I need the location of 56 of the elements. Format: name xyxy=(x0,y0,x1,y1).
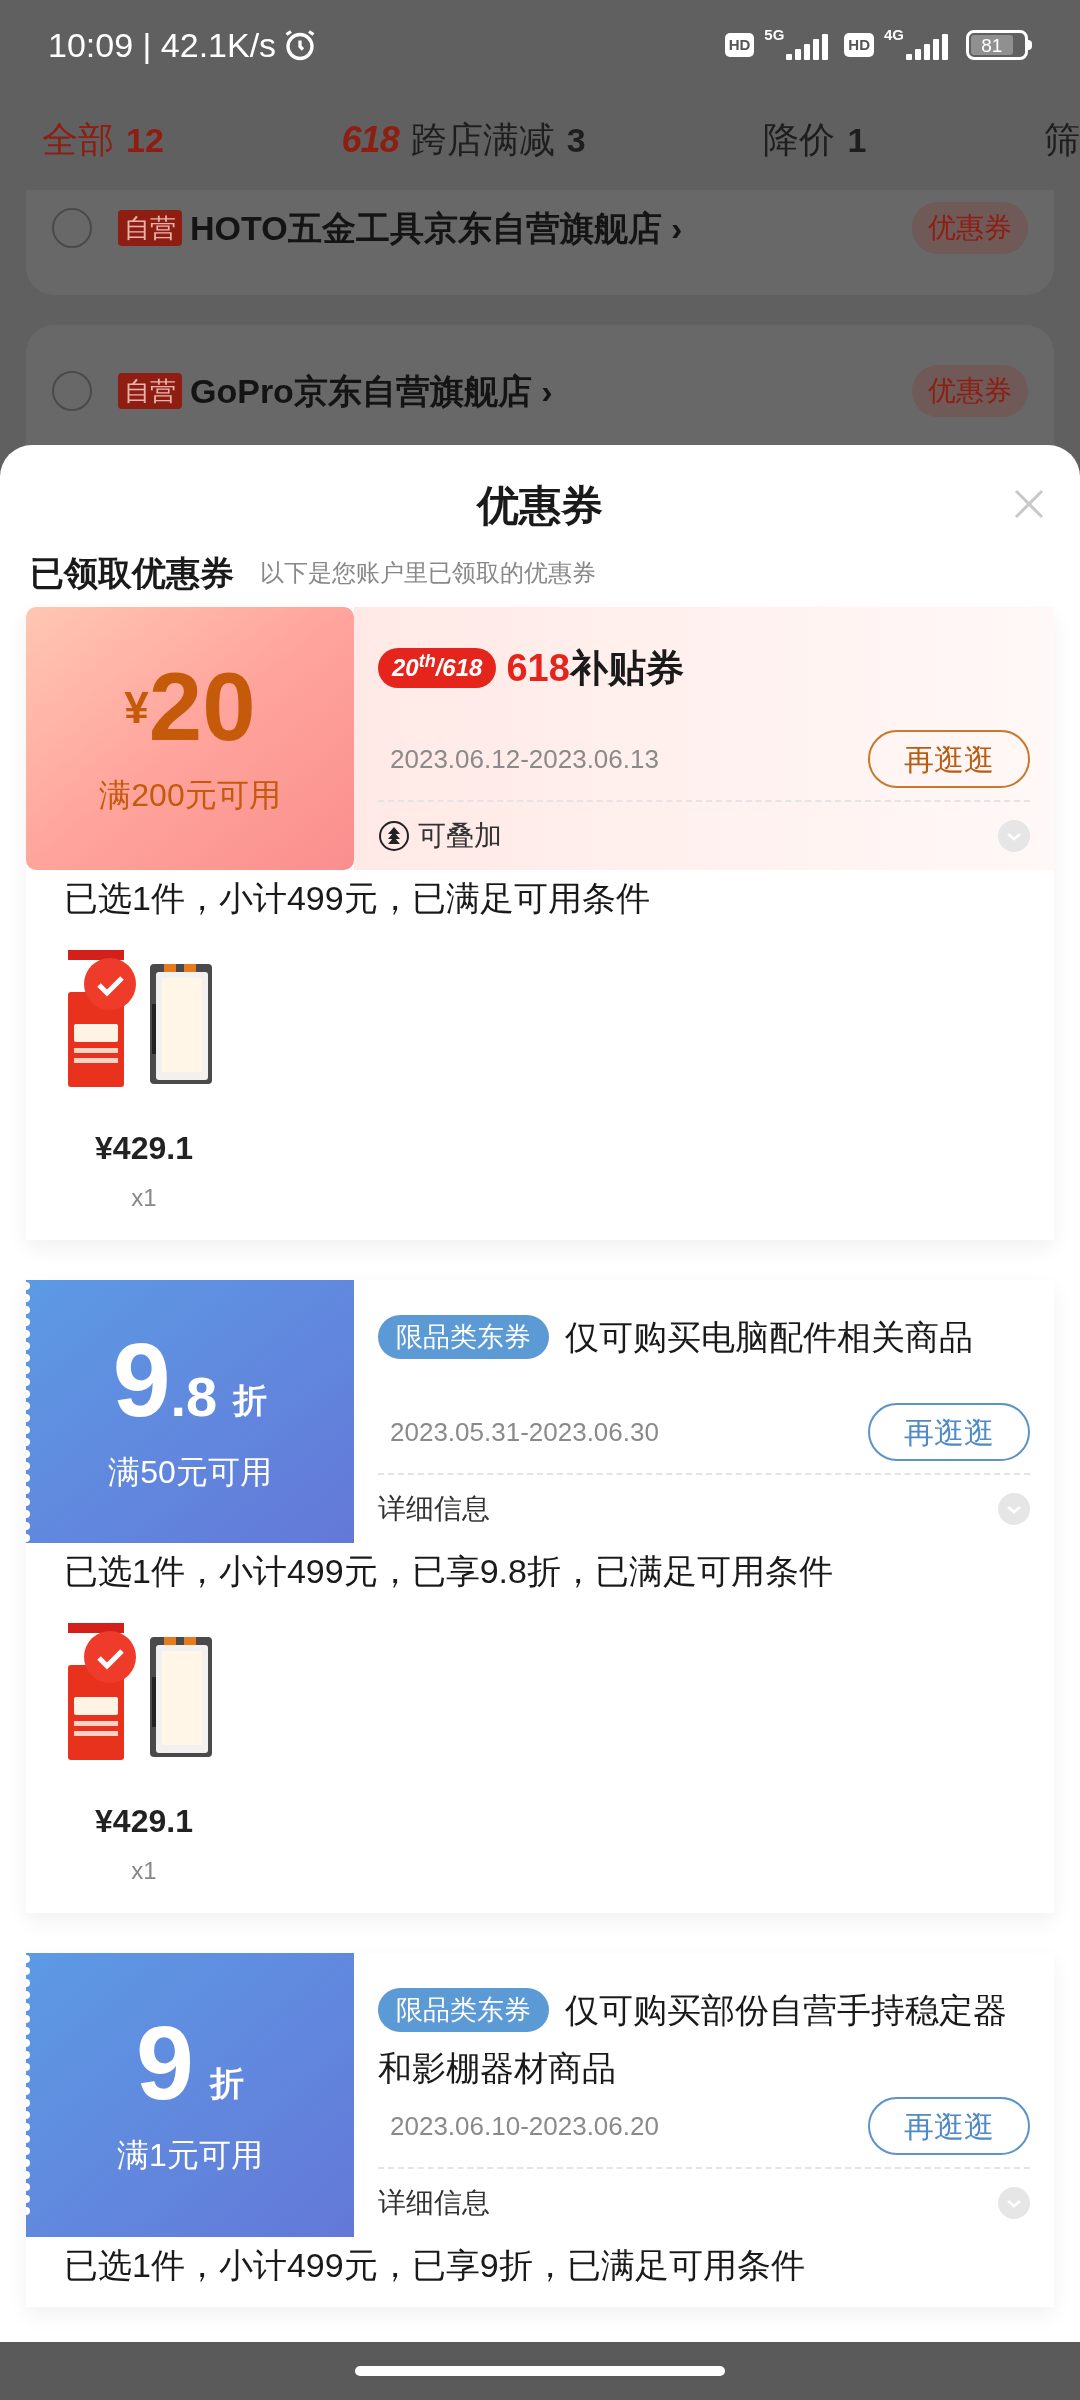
coupon-footer[interactable]: 详细信息 xyxy=(378,1488,490,1530)
product-quantity: x1 xyxy=(131,1856,157,1886)
coupon-footer[interactable]: 可叠加 xyxy=(418,815,502,857)
browse-button[interactable]: 再逛逛 xyxy=(868,730,1030,788)
hd-badge: HD xyxy=(844,33,874,57)
store-name[interactable]: GoPro京东自营旗舰店 › xyxy=(190,371,553,411)
network-type: 5G xyxy=(764,25,785,45)
sheet-title: 优惠券 xyxy=(477,480,603,531)
filter-tab[interactable]: 降价 1 xyxy=(763,113,867,167)
browse-button[interactable]: 再逛逛 xyxy=(868,1403,1030,1461)
promo-logo: 618 xyxy=(341,118,399,162)
selection-summary: 已选1件，小计499元，已满足可用条件 xyxy=(64,880,651,916)
event-badge: 20$^{th}$/618 xyxy=(378,648,497,688)
coupon-title: 618补贴券 xyxy=(506,646,684,691)
battery-level: 81 xyxy=(981,35,1003,55)
discount-unit: 折 xyxy=(209,2063,244,2104)
expand-icon[interactable] xyxy=(998,1493,1030,1525)
section-heading: 已领取优惠券 xyxy=(30,552,234,594)
coupon-dates: 2023.06.10-2023.06.20 xyxy=(390,2109,659,2143)
checkmark-icon[interactable] xyxy=(84,958,136,1010)
stack-icon xyxy=(378,820,410,852)
store-tag: 自营 xyxy=(118,210,182,246)
checkmark-icon[interactable] xyxy=(84,1631,136,1683)
browse-button[interactable]: 再逛逛 xyxy=(868,2097,1030,2155)
selection-summary: 已选1件，小计499元，已享9折，已满足可用条件 xyxy=(64,2247,806,2283)
hd-badge: HD xyxy=(724,33,755,57)
coupon-footer[interactable]: 详细信息 xyxy=(378,2182,490,2224)
store-tag: 自营 xyxy=(118,373,182,409)
filter-tab[interactable]: 618 跨店满减 3 xyxy=(341,113,586,167)
coupon-condition: 满1元可用 xyxy=(117,2136,263,2175)
coupon-condition: 满50元可用 xyxy=(108,1452,272,1492)
coupon-title: 限品类东券 仅可购买电脑配件相关商品 xyxy=(378,1308,1030,1366)
home-indicator[interactable] xyxy=(355,2366,725,2376)
currency-sign: ¥ xyxy=(124,682,149,732)
expand-icon[interactable] xyxy=(998,820,1030,852)
select-radio[interactable] xyxy=(52,208,92,248)
select-radio[interactable] xyxy=(52,371,92,411)
store-name[interactable]: HOTO五金工具京东自营旗舰店 › xyxy=(190,208,683,248)
expand-icon[interactable] xyxy=(998,2187,1030,2219)
close-icon[interactable] xyxy=(1014,489,1044,519)
product-price: ¥429.1 xyxy=(95,1802,193,1841)
coupon-value: 20 xyxy=(148,658,256,755)
discount-unit: 折 xyxy=(233,1379,268,1421)
coupon-title: 限品类东券 仅可购买部份自营手持稳定器和影棚器材商品 xyxy=(378,1981,1030,2097)
filter-tab[interactable]: 筛 xyxy=(1043,113,1080,167)
coupon-dates: 2023.05.31-2023.06.30 xyxy=(390,1415,659,1449)
coupon-condition: 满200元可用 xyxy=(99,775,281,815)
selection-summary: 已选1件，小计499元，已享9.8折，已满足可用条件 xyxy=(64,1553,834,1589)
status-time: 10:09 | 42.1K/s xyxy=(48,28,277,62)
coupon-value: 9.8 xyxy=(112,1327,218,1432)
section-note: 以下是您账户里已领取的优惠券 xyxy=(260,558,596,588)
network-type: 4G xyxy=(884,25,904,45)
product-quantity: x1 xyxy=(131,1183,157,1213)
coupon-value: 9 xyxy=(136,2011,194,2115)
product-price: ¥429.1 xyxy=(95,1129,193,1168)
coupon-dates: 2023.06.12-2023.06.13 xyxy=(390,742,659,776)
